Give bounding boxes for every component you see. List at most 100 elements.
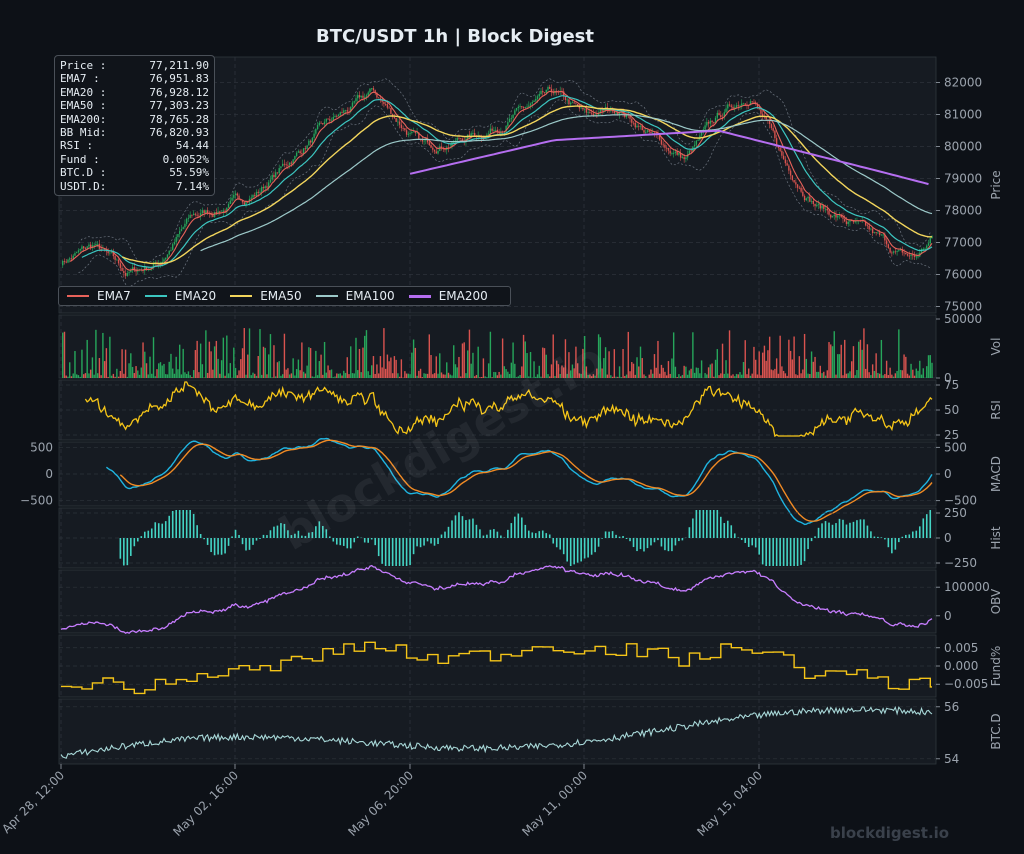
volume-bar [88,373,90,378]
candle-body [533,100,535,102]
volume-bar [835,374,837,378]
histogram-bar [657,538,659,541]
volume-bar [863,328,865,378]
volume-bar [322,374,324,378]
candle-body [898,250,900,251]
candle-body [119,263,122,268]
histogram-bar [157,523,160,538]
volume-bar [144,351,146,378]
candle-body [798,187,801,189]
info-row: Price : 77,211.90 [60,59,209,72]
candle-body [124,272,127,276]
volume-bar [788,339,790,378]
candle-body [535,98,537,101]
candle-body [929,238,931,244]
volume-bar [489,331,492,378]
histogram-bar [342,538,345,546]
histogram-bar [650,538,652,546]
volume-bar [491,377,493,378]
candle-body [707,122,710,124]
volume-bar [753,346,755,378]
axis-title-btcd: BTC.D [989,713,1003,749]
y-tick-label-left: 0 [45,467,53,481]
volume-bar [809,374,811,378]
volume-bar [369,375,371,378]
volume-bar [796,375,799,378]
candle-body [344,110,347,112]
histogram-bar [349,538,352,549]
candle-body [718,112,720,116]
volume-bar [294,375,296,378]
candle-body [388,107,390,109]
volume-bar [889,367,891,378]
volume-bar [688,370,691,378]
histogram-bar [384,538,387,566]
candle-body [531,101,533,104]
volume-bar [824,375,827,378]
volume-bar [713,376,715,378]
volume-bar [493,371,495,378]
volume-bar [870,375,872,378]
volume-bar [800,373,802,378]
candle-body [522,107,525,108]
candle-body [662,144,664,146]
histogram-bar [699,510,701,538]
candle-body [519,106,521,107]
info-row: EMA20 : 76,928.12 [60,86,209,99]
histogram-bar [786,538,788,566]
candle-body [885,240,888,245]
volume-bar [763,345,766,378]
candle-body [753,101,755,103]
y-tick-label: 0 [944,609,952,623]
candle-body [580,107,582,109]
candle-body [72,255,74,259]
candle-body [568,99,570,105]
histogram-bar [807,538,809,550]
histogram-bar [210,538,212,553]
volume-bar [273,345,275,378]
volume-bar [252,372,254,378]
candle-body [76,252,78,254]
candle-body [835,214,837,218]
volume-bar [681,374,684,378]
axis-title-obv: OBV [989,588,1003,614]
histogram-bar [671,538,673,552]
volume-bar [234,367,237,378]
info-label: EMA7 : [60,72,100,86]
candle-body [521,106,523,108]
candle-body [814,203,816,207]
volume-bar [908,375,911,378]
histogram-bar [454,515,457,538]
volume-bar [480,377,483,378]
y-tick-label: 80000 [944,140,982,154]
histogram-bar [800,538,802,565]
histogram-bar [873,536,876,538]
volume-bar [926,366,928,378]
candle-body [650,131,652,134]
candle-body [316,125,319,130]
axis-title-price: Price [989,170,1003,199]
volume-bar [419,368,422,378]
candle-body [849,220,851,222]
candle-body [631,118,633,123]
histogram-bar [590,538,593,555]
legend-label: EMA20 [174,289,217,303]
volume-bar [704,373,706,378]
candle-body [791,175,794,181]
histogram-bar [199,534,202,538]
volume-bar [285,369,287,378]
candle-body [255,191,258,196]
volume-bar [669,373,671,378]
candle-body [369,88,371,93]
volume-bar [137,370,139,378]
histogram-bar [430,538,432,544]
volume-bar [639,346,642,378]
volume-bar [323,341,326,378]
histogram-bar [810,538,813,542]
volume-bar [140,367,142,378]
candle-body [549,86,551,89]
y-tick-label-left: −500 [20,494,53,508]
volume-bar [377,373,380,378]
histogram-bar [433,538,436,546]
histogram-bar [877,536,879,538]
